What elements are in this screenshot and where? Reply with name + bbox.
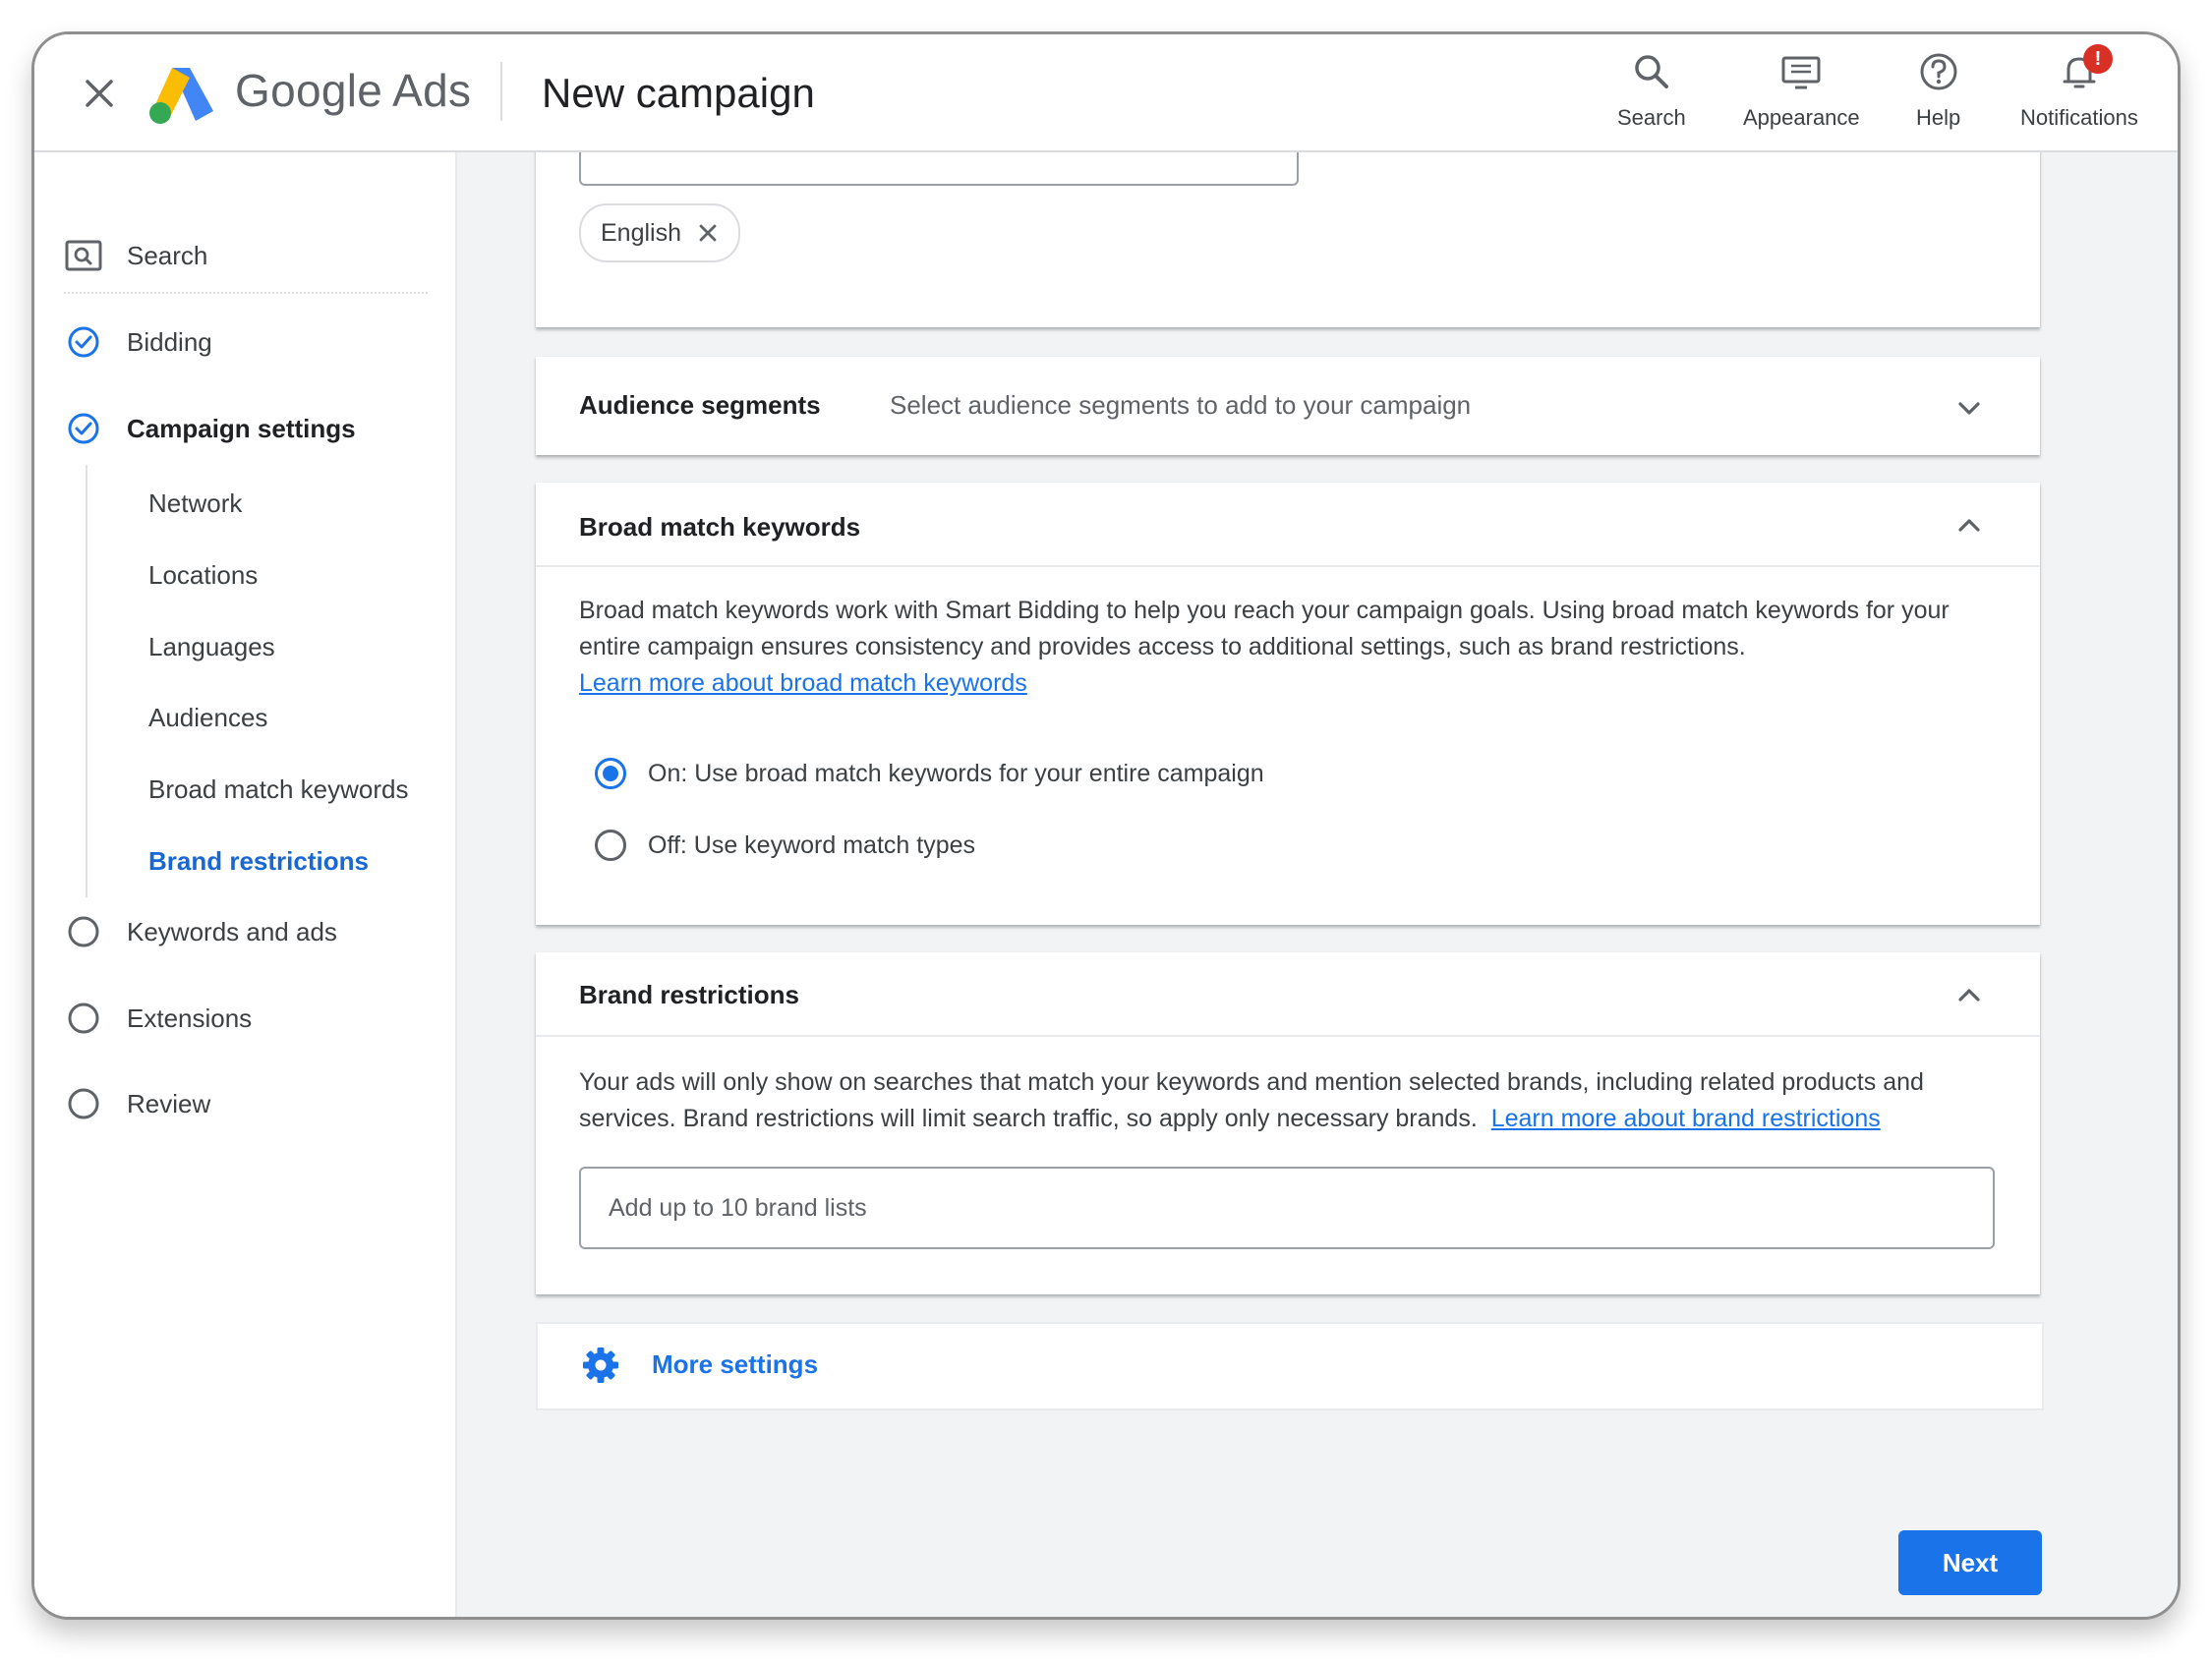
more-settings-card[interactable]: More settings — [536, 1322, 2044, 1410]
brand-restrictions-description: Your ads will only show on searches that… — [579, 1064, 2014, 1137]
broad-match-learn-more-link[interactable]: Learn more about broad match keywords — [579, 669, 1027, 697]
header-help-button[interactable]: Help — [1916, 50, 1960, 131]
sidebar-item-label: Campaign settings — [127, 413, 356, 443]
header-notifications-button[interactable]: ! Notifications — [2020, 44, 2138, 131]
check-circle-icon — [64, 409, 103, 448]
chip-remove-icon[interactable] — [697, 222, 719, 244]
brand-lists-input[interactable]: Add up to 10 brand lists — [579, 1167, 1995, 1249]
language-chip: English — [579, 203, 740, 262]
sidebar-item-label: Extensions — [127, 1003, 253, 1033]
sidebar-item-keywords-and-ads[interactable]: Keywords and ads — [64, 907, 337, 956]
help-icon — [1917, 50, 1960, 93]
audience-segments-subtitle: Select audience segments to add to your … — [890, 390, 1472, 420]
sidebar-subitem-broad-match-keywords[interactable]: Broad match keywords — [148, 774, 408, 805]
brand-name: Google Ads — [235, 64, 471, 117]
top-header: Google Ads New campaign Search Appearance… — [34, 34, 2178, 152]
sidebar-item-campaign-settings[interactable]: Campaign settings — [64, 404, 356, 453]
sidebar-subitem-brand-restrictions[interactable]: Brand restrictions — [148, 846, 369, 877]
next-button[interactable]: Next — [1898, 1530, 2042, 1595]
sidebar-item-label: Bidding — [127, 326, 212, 357]
header-divider — [500, 62, 502, 121]
more-settings-link[interactable]: More settings — [652, 1349, 818, 1380]
sidebar-subitem-locations[interactable]: Locations — [148, 560, 258, 591]
sidebar-item-bidding[interactable]: Bidding — [64, 317, 212, 367]
sidebar: Search Bidding Campaign settings Network… — [34, 150, 457, 1617]
header-help-label: Help — [1916, 105, 1961, 130]
sidebar-subitem-audiences[interactable]: Audiences — [148, 703, 267, 733]
radio-selected[interactable] — [595, 758, 626, 789]
header-appearance-label: Appearance — [1743, 105, 1860, 130]
appearance-icon — [1779, 50, 1823, 93]
sidebar-separator — [64, 292, 428, 294]
broad-match-description-text: Broad match keywords work with Smart Bid… — [579, 597, 1950, 660]
close-icon[interactable] — [80, 74, 119, 113]
card-divider — [536, 565, 2040, 567]
page-title: New campaign — [542, 70, 815, 116]
empty-circle-icon — [64, 999, 103, 1038]
brand-restrictions-learn-more-link[interactable]: Learn more about brand restrictions — [1491, 1105, 1881, 1132]
empty-circle-icon — [64, 912, 103, 951]
search-icon — [1630, 50, 1673, 93]
broad-match-title: Broad match keywords — [579, 512, 861, 542]
bell-icon: ! — [2058, 44, 2113, 93]
sidebar-item-label: Review — [127, 1088, 211, 1118]
sidebar-subitem-network[interactable]: Network — [148, 488, 242, 519]
check-circle-icon — [64, 322, 103, 362]
notification-badge: ! — [2082, 44, 2113, 74]
header-appearance-button[interactable]: Appearance — [1743, 50, 1860, 131]
audience-segments-card[interactable]: Audience segments Select audience segmen… — [536, 357, 2040, 455]
sidebar-item-extensions[interactable]: Extensions — [64, 994, 252, 1043]
app-window: Google Ads New campaign Search Appearance… — [31, 31, 2181, 1620]
broad-match-keywords-card: Broad match keywords Broad match keyword… — [536, 483, 2040, 925]
languages-card: English — [536, 150, 2040, 327]
google-ads-logo-icon — [146, 64, 215, 125]
radio-label: On: Use broad match keywords for your en… — [648, 759, 1264, 787]
chevron-down-icon[interactable] — [1951, 390, 1987, 426]
gear-icon — [581, 1346, 620, 1390]
header-search-button[interactable]: Search — [1617, 50, 1686, 131]
language-search-input[interactable] — [579, 150, 1299, 186]
broad-match-description: Broad match keywords work with Smart Bid… — [579, 593, 2014, 702]
header-search-label: Search — [1617, 105, 1686, 130]
brand-restrictions-title: Brand restrictions — [579, 980, 799, 1009]
brand-restrictions-card: Brand restrictions Your ads will only sh… — [536, 952, 2040, 1294]
card-divider — [536, 1035, 2040, 1037]
brand-google-text: Google — [235, 65, 383, 116]
sidebar-subnav-line — [86, 465, 87, 897]
main-content: English Audience segments Select audienc… — [457, 150, 2178, 1617]
chevron-up-icon[interactable] — [1951, 978, 1987, 1013]
audience-segments-title: Audience segments — [579, 390, 821, 420]
radio-label: Off: Use keyword match types — [648, 831, 975, 859]
header-notifications-label: Notifications — [2020, 105, 2138, 130]
radio-unselected[interactable] — [595, 830, 626, 861]
sidebar-item-search[interactable]: Search — [64, 231, 207, 280]
search-box-icon — [64, 236, 103, 275]
chevron-up-icon[interactable] — [1951, 508, 1987, 544]
sidebar-subitem-languages[interactable]: Languages — [148, 632, 275, 662]
sidebar-item-review[interactable]: Review — [64, 1079, 210, 1128]
sidebar-item-label: Keywords and ads — [127, 916, 337, 946]
broad-match-off-option[interactable]: Off: Use keyword match types — [595, 830, 975, 861]
empty-circle-icon — [64, 1084, 103, 1123]
sidebar-item-label: Search — [127, 240, 208, 270]
language-chip-label: English — [601, 218, 681, 247]
broad-match-on-option[interactable]: On: Use broad match keywords for your en… — [595, 758, 1264, 789]
brand-ads-text: Ads — [392, 65, 472, 116]
